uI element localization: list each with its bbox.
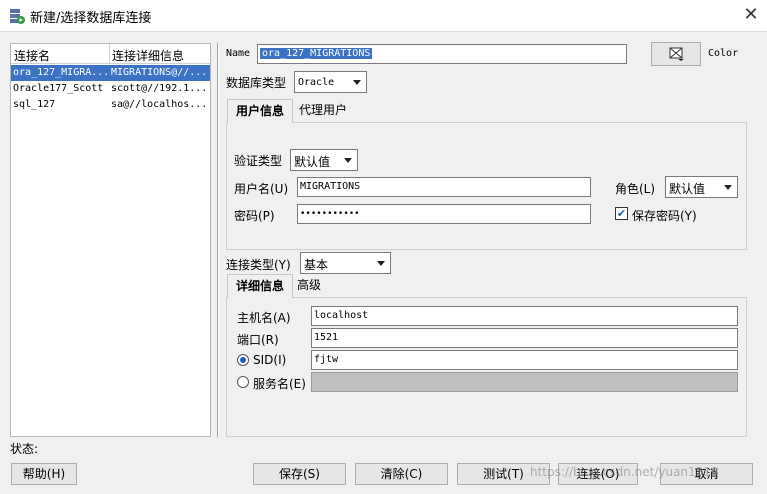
conn-type-value: 基本 [304, 258, 329, 272]
sid-field[interactable]: fjtw [311, 350, 738, 370]
connection-name: Oracle177_Scott [13, 83, 104, 94]
host-field[interactable]: localhost [311, 306, 738, 326]
connection-row[interactable]: ora_127_MIGRA... MIGRATIONS@//... [11, 65, 210, 81]
username-value: MIGRATIONS [300, 181, 361, 192]
tab-advanced[interactable]: 高级 [297, 274, 321, 298]
help-button[interactable]: 帮助(H) [11, 463, 77, 485]
role-select[interactable]: 默认值 [665, 176, 738, 198]
chevron-down-icon [353, 80, 361, 85]
username-label: 用户名(U) [234, 182, 289, 196]
color-picker-button[interactable] [651, 42, 701, 66]
db-type-label: 数据库类型 [226, 76, 287, 90]
color-label: Color [708, 48, 739, 59]
sid-radio[interactable] [237, 354, 249, 366]
chevron-down-icon [344, 158, 352, 163]
title-bar: 新建/选择数据库连接 ✕ [0, 0, 767, 32]
host-value: localhost [314, 310, 369, 321]
save-button[interactable]: 保存(S) [253, 463, 346, 485]
username-field[interactable]: MIGRATIONS [297, 177, 591, 197]
status-label: 状态: [10, 442, 39, 456]
save-password-label: 保存密码(Y) [632, 209, 697, 223]
name-label: Name [226, 48, 251, 59]
connection-list-header: 连接名 连接详细信息 [11, 44, 210, 64]
column-header-name[interactable]: 连接名 [14, 47, 50, 64]
auth-type-label: 验证类型 [234, 154, 283, 168]
column-divider[interactable] [109, 44, 110, 64]
conn-type-label: 连接类型(Y) [226, 258, 291, 272]
service-name-label: 服务名(E) [253, 377, 306, 391]
chevron-down-icon [724, 185, 732, 190]
service-name-field [311, 372, 738, 392]
tab-proxy-user[interactable]: 代理用户 [299, 99, 347, 123]
panel-splitter[interactable] [217, 43, 219, 437]
connection-name: ora_127_MIGRA... [13, 67, 107, 78]
watermark: https://blog.csdn.net/yuan1318 [530, 465, 719, 479]
name-value: ora_127_MIGRATIONS [260, 48, 373, 59]
clear-button[interactable]: 清除(C) [355, 463, 448, 485]
connection-details: scott@//192.1... [111, 83, 208, 94]
column-header-details[interactable]: 连接详细信息 [112, 47, 184, 64]
database-connection-icon [10, 9, 25, 24]
password-field[interactable]: ••••••••••• [297, 204, 591, 224]
port-label: 端口(R) [237, 333, 279, 347]
connection-details: MIGRATIONS@//... [111, 67, 208, 78]
connection-list[interactable]: 连接名 连接详细信息 ora_127_MIGRA... MIGRATIONS@/… [10, 43, 211, 437]
connection-row[interactable]: Oracle177_Scott scott@//192.1... [11, 81, 210, 97]
color-swatch-icon [669, 47, 684, 61]
auth-type-value: 默认值 [294, 155, 331, 169]
tab-details[interactable]: 详细信息 [227, 274, 293, 298]
name-field[interactable]: ora_127_MIGRATIONS [257, 44, 627, 64]
port-value: 1521 [314, 332, 339, 343]
connection-details: sa@//localhos... [111, 99, 208, 110]
role-value: 默认值 [669, 182, 706, 196]
sid-label: SID(I) [253, 353, 287, 367]
password-label: 密码(P) [234, 209, 275, 223]
sid-value: fjtw [314, 354, 339, 365]
auth-type-select[interactable]: 默认值 [290, 149, 358, 171]
host-label: 主机名(A) [237, 311, 291, 325]
chevron-down-icon [377, 261, 385, 266]
port-field[interactable]: 1521 [311, 328, 738, 348]
db-type-value: Oracle [298, 77, 335, 88]
connection-name: sql_127 [13, 99, 56, 110]
close-icon[interactable]: ✕ [740, 4, 762, 26]
save-password-checkbox[interactable]: ✔ [615, 207, 628, 220]
password-value: ••••••••••• [300, 209, 360, 219]
service-name-radio[interactable] [237, 376, 249, 388]
window-title: 新建/选择数据库连接 [30, 11, 152, 26]
db-type-select[interactable]: Oracle [294, 71, 367, 93]
conn-type-select[interactable]: 基本 [300, 252, 391, 274]
role-label: 角色(L) [615, 182, 656, 196]
connection-row[interactable]: sql_127 sa@//localhos... [11, 97, 210, 113]
tab-user-info[interactable]: 用户信息 [227, 99, 293, 123]
